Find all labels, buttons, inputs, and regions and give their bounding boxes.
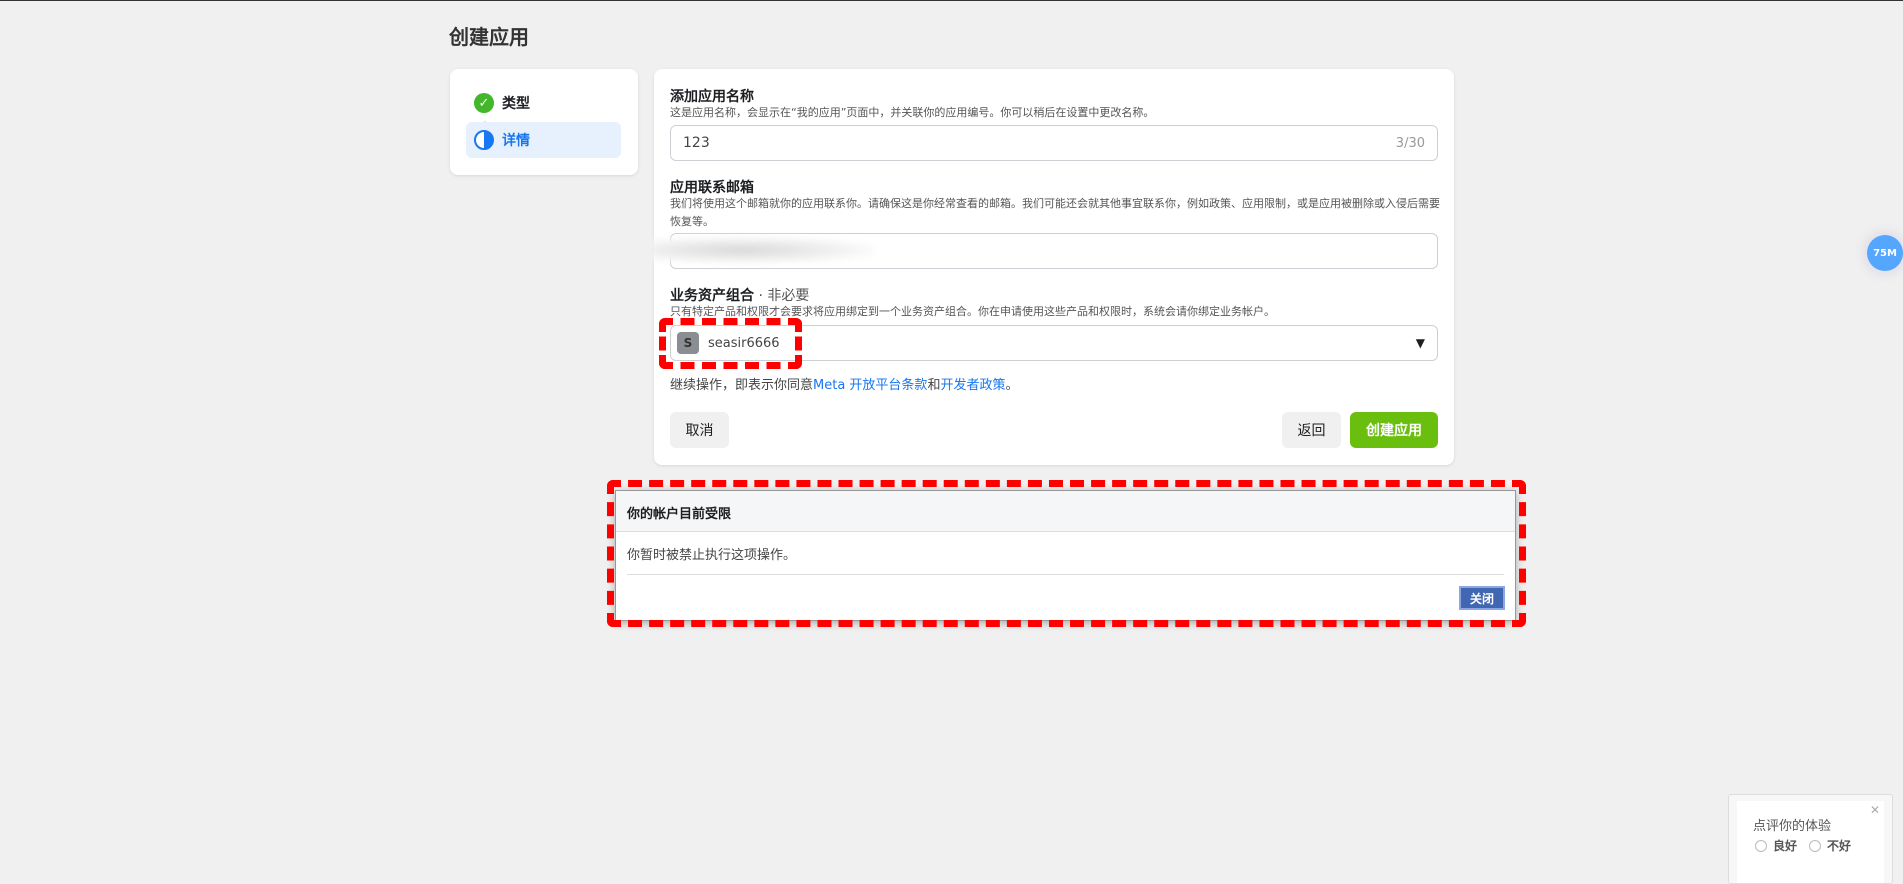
step-label: 详情	[502, 133, 530, 149]
terms-prefix: 继续操作，即表示你同意	[670, 378, 814, 393]
step-type[interactable]: ✓ 类型	[466, 85, 621, 121]
portfolio-label-text: 业务资产组合	[670, 288, 754, 304]
cancel-button[interactable]: 取消	[670, 412, 729, 448]
terms-mid: 和	[927, 378, 941, 393]
step-details[interactable]: 详情	[466, 122, 621, 158]
email-desc: 我们将使用这个邮箱就你的应用联系你。请确保这是你经常查看的邮箱。我们可能还会就其…	[670, 197, 1440, 228]
char-counter: 3/30	[1395, 135, 1425, 151]
bad-label: 不好	[1827, 839, 1852, 853]
feedback-title: 点评你的体验	[1753, 819, 1832, 834]
feedback-widget: ✕ 点评你的体验 良好 不好	[1728, 794, 1893, 884]
terms-suffix: 。	[1005, 378, 1019, 393]
portfolio-value: seasir6666	[708, 335, 780, 351]
page-title: 创建应用	[449, 25, 529, 49]
radio-icon	[1755, 839, 1767, 852]
app-name-input[interactable]: 123 3/30	[670, 125, 1438, 161]
create-app-button[interactable]: 创建应用	[1350, 412, 1438, 448]
terms-text: 继续操作，即表示你同意Meta 开放平台条款和开发者政策。	[670, 377, 1440, 395]
step-label: 类型	[502, 96, 530, 112]
dialog-highlight-annotation	[607, 480, 1526, 627]
steps-panel: ✓ 类型 详情	[450, 69, 638, 175]
email-label: 应用联系邮箱	[670, 180, 754, 196]
app-name-desc: 这是应用名称，会显示在“我的应用”页面中，并关联你的应用编号。你可以稍后在设置中…	[670, 106, 1155, 119]
radio-icon	[1809, 839, 1822, 852]
platform-terms-link[interactable]: Meta 开放平台条款	[813, 378, 927, 393]
blurred-email	[652, 237, 874, 263]
optional-tag: · 非必要	[754, 288, 810, 304]
rating-bad[interactable]: 不好	[1809, 837, 1851, 854]
portfolio-label: 业务资产组合 · 非必要	[670, 285, 809, 305]
chevron-down-icon: ▼	[1415, 336, 1425, 350]
back-button[interactable]: 返回	[1282, 412, 1341, 448]
close-icon[interactable]: ✕	[1870, 803, 1880, 817]
app-name-label: 添加应用名称	[670, 89, 754, 105]
rating-good[interactable]: 良好	[1755, 837, 1797, 854]
create-app-form: 添加应用名称 这是应用名称，会显示在“我的应用”页面中，并关联你的应用编号。你可…	[652, 69, 1454, 465]
good-label: 良好	[1773, 839, 1798, 853]
check-icon: ✓	[474, 93, 494, 113]
developer-policy-link[interactable]: 开发者政策	[940, 378, 1005, 393]
highlight-annotation	[659, 318, 802, 369]
half-circle-icon	[474, 130, 494, 150]
app-name-value: 123	[683, 135, 710, 151]
memory-badge[interactable]: 75M	[1867, 235, 1903, 271]
